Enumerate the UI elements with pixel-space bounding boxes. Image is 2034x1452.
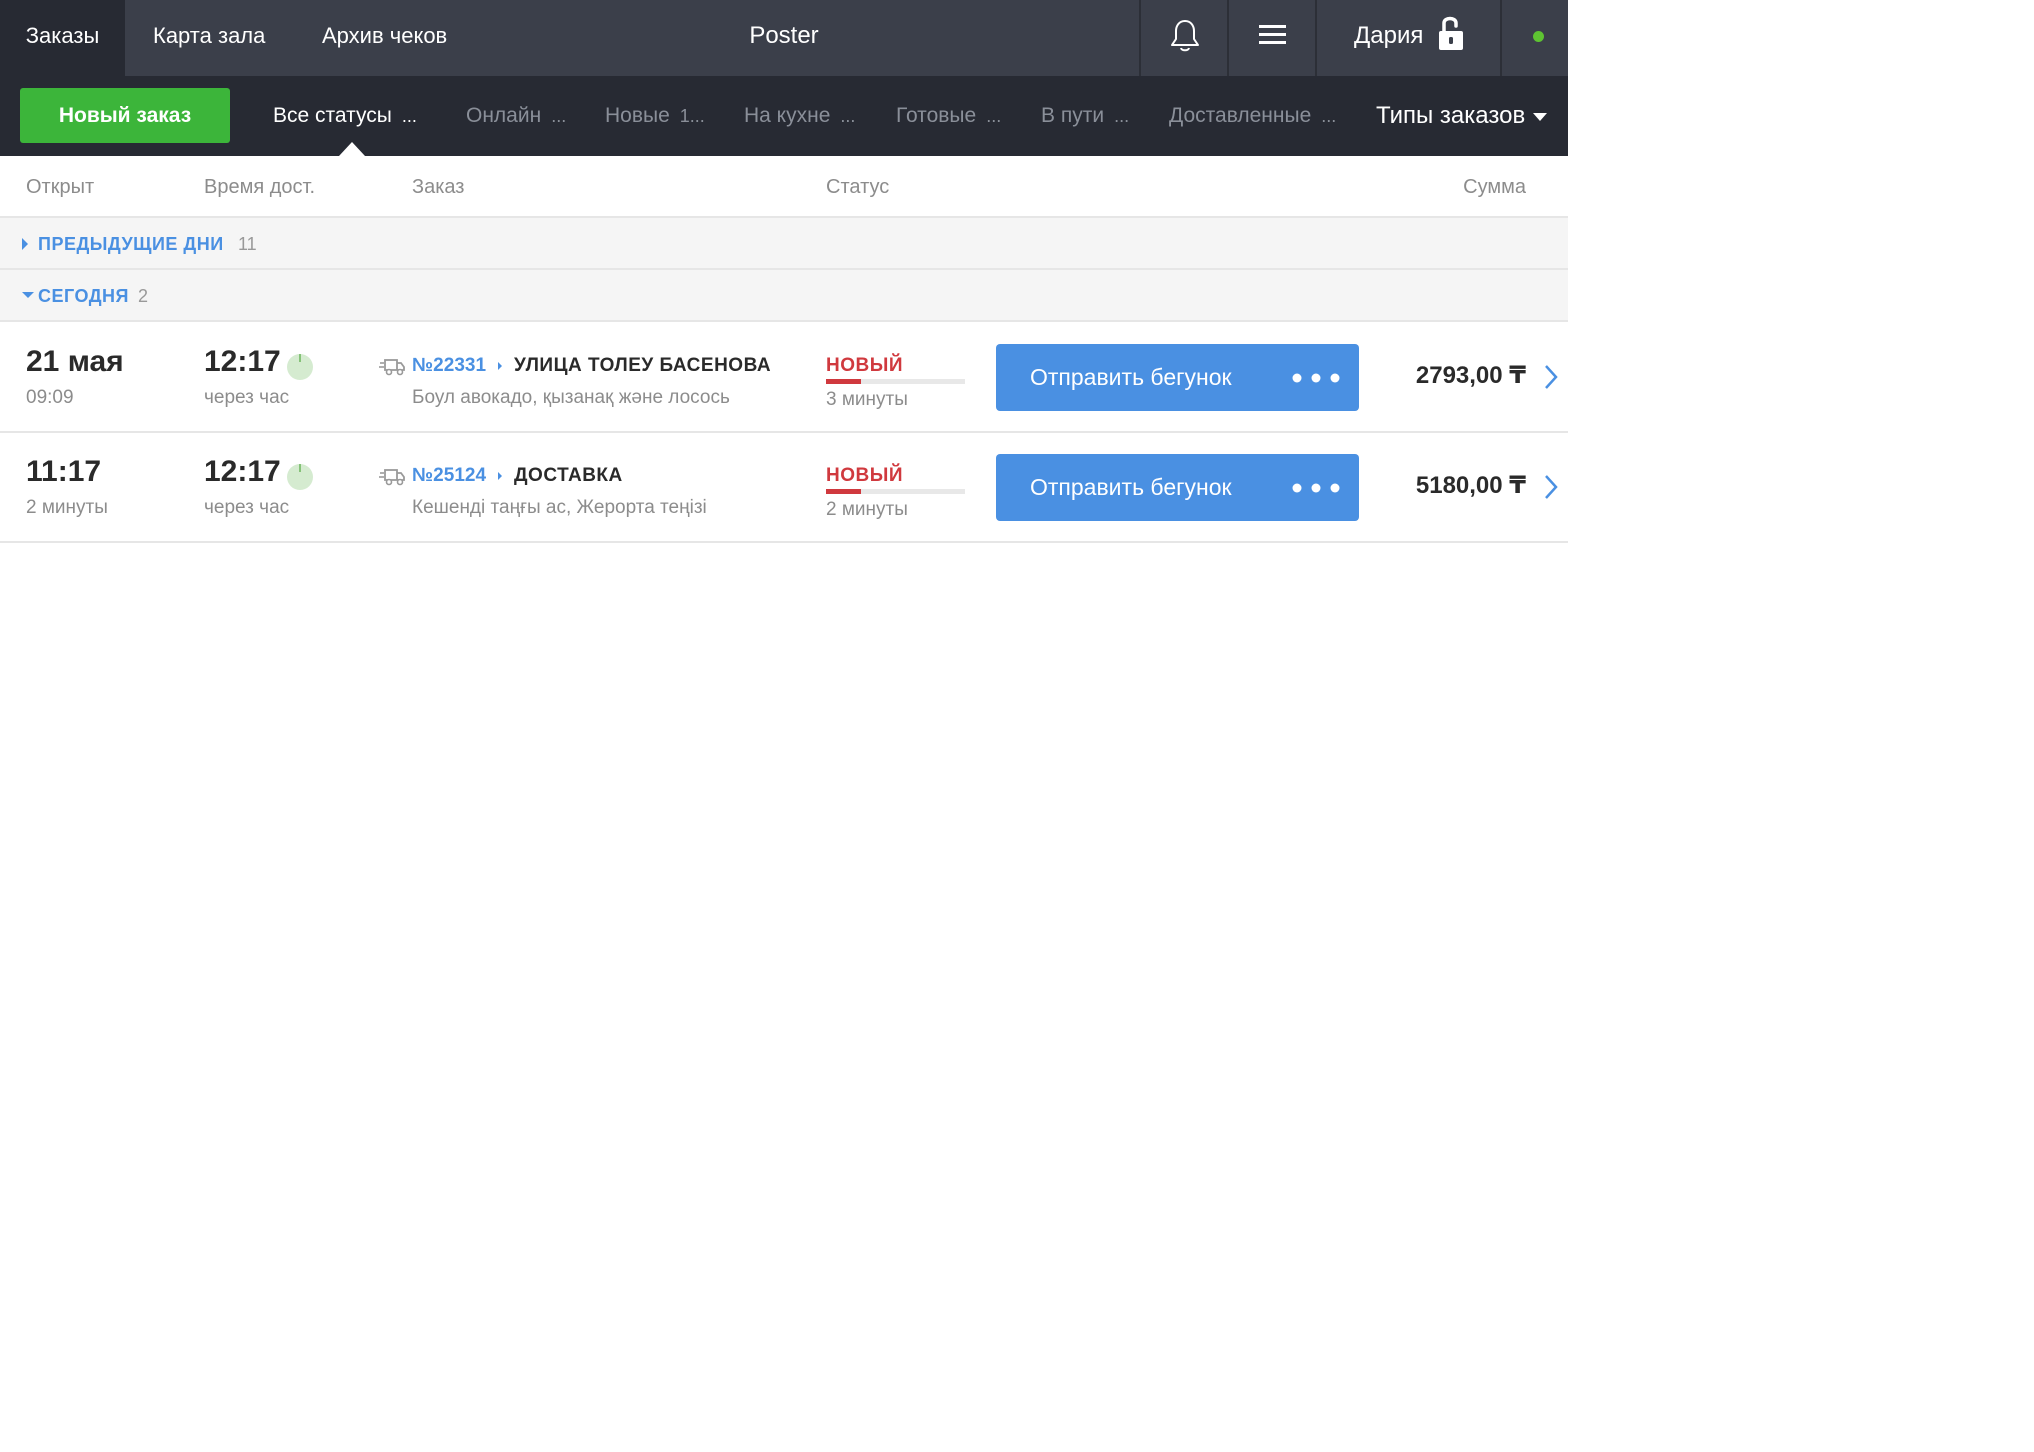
top-bar: Заказы Карта зала Архив чеков Poster Дар… <box>0 0 1568 76</box>
order-items: Кешенді таңғы ас, Жерорта теңізі <box>412 497 707 518</box>
delivery-time: 12:17 <box>204 345 281 378</box>
filter-tab-label: В пути <box>1041 104 1105 127</box>
delivery-eta: через час <box>204 497 290 518</box>
filter-tab-new[interactable]: Новые 1... <box>605 76 705 156</box>
unlocked-padlock-icon <box>1439 16 1463 50</box>
tab-receipts-archive[interactable]: Архив чеков <box>322 0 447 76</box>
status-elapsed: 3 минуты <box>826 389 908 410</box>
order-types-dropdown[interactable]: Типы заказов <box>1376 76 1548 156</box>
chevron-right-icon[interactable] <box>1543 473 1559 501</box>
send-runner-label: Отправить бегунок <box>1030 364 1232 390</box>
delivery-eta: через час <box>204 387 290 408</box>
chevron-right-icon[interactable] <box>1543 363 1559 391</box>
group-count: 11 <box>238 234 257 254</box>
filter-tab-count: ... <box>1321 106 1337 126</box>
column-header-order[interactable]: Заказ <box>412 156 464 218</box>
tab-orders[interactable]: Заказы <box>0 0 125 76</box>
timer-pie-icon <box>287 354 313 380</box>
status-progress-bar <box>826 489 965 494</box>
delivery-truck-icon <box>379 359 405 376</box>
more-options-icon[interactable] <box>1292 483 1340 493</box>
opened-date: 21 мая <box>26 345 124 378</box>
filter-tab-in-kitchen[interactable]: На кухне... <box>744 76 855 156</box>
column-header-delivery-time[interactable]: Время дост. <box>204 156 315 218</box>
filter-tab-count: ... <box>840 106 856 126</box>
order-types-label: Типы заказов <box>1376 102 1526 129</box>
filter-bar: Новый заказ Все статусы... Онлайн... Нов… <box>0 76 1568 156</box>
group-label: СЕГОДНЯ <box>38 286 129 306</box>
filter-tab-label: На кухне <box>744 104 831 127</box>
order-number-link[interactable]: №25124 <box>412 465 486 487</box>
bell-icon <box>1171 20 1199 52</box>
column-header-opened[interactable]: Открыт <box>26 156 94 218</box>
opened-time: 09:09 <box>26 387 74 408</box>
status-badge: НОВЫЙ <box>826 355 903 376</box>
notifications-button[interactable] <box>1139 0 1227 76</box>
column-header-sum[interactable]: Сумма <box>1463 156 1526 218</box>
send-runner-button[interactable]: Отправить бегунок <box>996 344 1359 411</box>
collapse-triangle-icon <box>22 292 34 298</box>
filter-tab-label: Готовые <box>896 104 977 127</box>
status-elapsed: 2 минуты <box>826 499 908 520</box>
opened-date: 11:17 <box>26 455 102 488</box>
order-destination: ДОСТАВКА <box>514 465 623 486</box>
status-progress-bar <box>826 379 965 384</box>
hamburger-menu-icon <box>1259 25 1286 44</box>
active-filter-indicator <box>339 142 365 156</box>
filter-tab-count: ... <box>401 106 417 126</box>
order-amount: 2793,00 ₸ <box>1415 362 1526 389</box>
filter-tab-count: 1... <box>679 106 705 126</box>
order-row[interactable]: 21 мая 09:09 12:17 через час №22331 УЛИЦ… <box>0 323 1568 433</box>
status-badge: НОВЫЙ <box>826 465 903 486</box>
app-title: Poster <box>749 22 819 49</box>
order-destination: УЛИЦА ТОЛЕУ БАСЕНОВА <box>514 355 772 376</box>
group-today[interactable]: СЕГОДНЯ 2 <box>0 270 1568 322</box>
tab-hall-map[interactable]: Карта зала <box>153 0 265 76</box>
opened-time: 2 минуты <box>26 497 108 518</box>
order-number-link[interactable]: №22331 <box>412 355 486 377</box>
filter-tab-delivered[interactable]: Доставленные... <box>1169 76 1336 156</box>
status-progress-fill <box>826 379 861 384</box>
table-header: Открыт Время дост. Заказ Статус Сумма <box>0 156 1568 218</box>
filter-tab-count: ... <box>986 106 1002 126</box>
more-options-icon[interactable] <box>1292 373 1340 383</box>
caret-right-icon <box>498 472 502 480</box>
delivery-time: 12:17 <box>204 455 281 488</box>
user-account-button[interactable]: Дария <box>1315 0 1500 76</box>
filter-tab-ready[interactable]: Готовые... <box>896 76 1001 156</box>
order-amount: 5180,00 ₸ <box>1415 472 1526 499</box>
filter-tab-label: Все статусы <box>273 104 392 127</box>
filter-tab-count: ... <box>1114 106 1130 126</box>
status-progress-fill <box>826 489 861 494</box>
send-runner-button[interactable]: Отправить бегунок <box>996 454 1359 521</box>
filter-tab-label: Онлайн <box>466 104 542 127</box>
column-header-status[interactable]: Статус <box>826 156 889 218</box>
connection-status <box>1500 0 1568 76</box>
group-label: ПРЕДЫДУЩИЕ ДНИ <box>38 234 224 254</box>
expand-triangle-icon <box>22 238 28 250</box>
filter-tab-label: Новые <box>605 104 670 127</box>
new-order-button[interactable]: Новый заказ <box>20 88 230 143</box>
timer-pie-icon <box>287 464 313 490</box>
filter-tab-on-the-way[interactable]: В пути... <box>1041 76 1129 156</box>
order-items: Боул авокадо, қызанақ және лосось <box>412 387 730 408</box>
group-count: 2 <box>138 286 149 306</box>
filter-tab-online[interactable]: Онлайн... <box>466 76 566 156</box>
filter-tab-count: ... <box>551 106 567 126</box>
send-runner-label: Отправить бегунок <box>1030 474 1232 500</box>
online-status-icon <box>1533 31 1544 42</box>
order-row[interactable]: 11:17 2 минуты 12:17 через час №25124 ДО… <box>0 433 1568 543</box>
delivery-truck-icon <box>379 469 405 486</box>
filter-tab-label: Доставленные <box>1169 104 1312 127</box>
caret-right-icon <box>498 362 502 370</box>
menu-button[interactable] <box>1227 0 1315 76</box>
user-name: Дария <box>1354 22 1424 49</box>
chevron-down-icon <box>1533 112 1548 121</box>
group-previous-days[interactable]: ПРЕДЫДУЩИЕ ДНИ 11 <box>0 218 1568 270</box>
